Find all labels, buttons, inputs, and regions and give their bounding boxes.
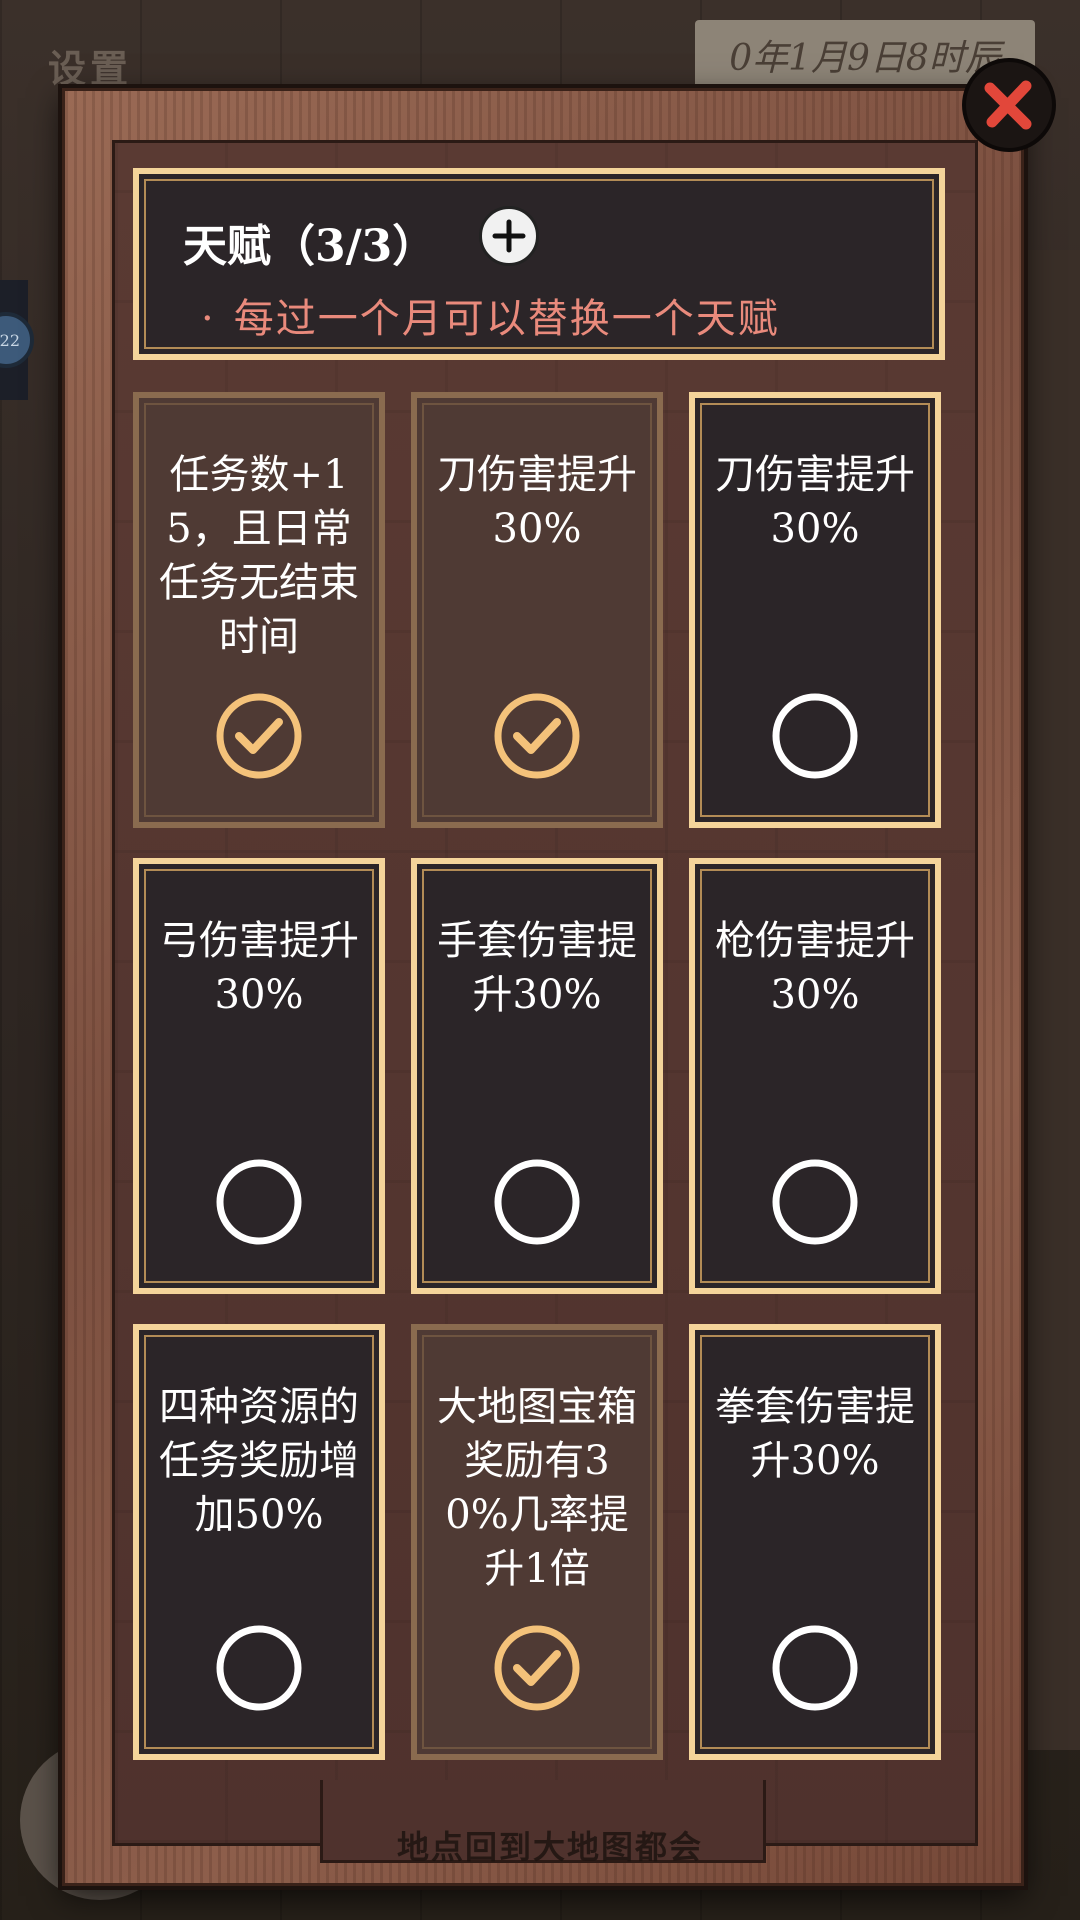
hint-text: 每过一个月可以替换一个天赋	[233, 296, 780, 342]
talent-description: 枪伤害提升30%	[715, 918, 915, 1018]
talent-description: 拳套伤害提升30%	[715, 1384, 915, 1484]
empty-circle-icon	[772, 1625, 858, 1711]
plus-icon	[492, 219, 526, 253]
check-circle-icon	[494, 693, 580, 779]
hint-bullet: ·	[201, 296, 216, 342]
check-circle-icon	[494, 1625, 580, 1711]
talent-description: 弓伤害提升30%	[159, 918, 359, 1018]
talent-description: 任务数+15，且日常任务无结束时间	[159, 452, 359, 660]
talent-card[interactable]: 拳套伤害提升30%	[689, 1324, 941, 1760]
talent-description: 刀伤害提升30%	[437, 452, 637, 552]
talent-card[interactable]: 手套伤害提升30%	[411, 858, 663, 1294]
talent-description: 手套伤害提升30%	[437, 918, 637, 1018]
bottom-hint-text: 地点回到大地图都会	[396, 1828, 703, 1866]
talent-description: 四种资源的任务奖励增加50%	[159, 1384, 359, 1538]
talent-description: 大地图宝箱奖励有30%几率提升1倍	[437, 1384, 637, 1592]
talent-card[interactable]: 四种资源的任务奖励增加50%	[133, 1324, 385, 1760]
empty-circle-icon	[494, 1159, 580, 1245]
talent-hint: · 每过一个月可以替换一个天赋	[201, 286, 780, 344]
talent-card[interactable]: 弓伤害提升30%	[133, 858, 385, 1294]
add-talent-slot-button[interactable]	[479, 206, 539, 266]
empty-circle-icon	[216, 1159, 302, 1245]
talent-card[interactable]: 任务数+15，且日常任务无结束时间	[133, 392, 385, 828]
talent-card[interactable]: 刀伤害提升30%	[411, 392, 663, 828]
settings-label: 设置	[48, 46, 133, 91]
right-side-strip	[1020, 250, 1080, 1750]
talent-card[interactable]: 刀伤害提升30%	[689, 392, 941, 828]
talent-description: 刀伤害提升30%	[715, 452, 915, 552]
talent-card[interactable]: 枪伤害提升30%	[689, 858, 941, 1294]
talent-title: 天赋（3/3）	[183, 221, 437, 272]
empty-circle-icon	[216, 1625, 302, 1711]
empty-circle-icon	[772, 1159, 858, 1245]
empty-circle-icon	[772, 693, 858, 779]
check-circle-icon	[216, 693, 302, 779]
talent-header-panel: 天赋（3/3） · 每过一个月可以替换一个天赋	[133, 168, 945, 360]
close-button[interactable]	[966, 62, 1052, 148]
close-icon	[984, 80, 1032, 130]
talent-card[interactable]: 大地图宝箱奖励有30%几率提升1倍	[411, 1324, 663, 1760]
